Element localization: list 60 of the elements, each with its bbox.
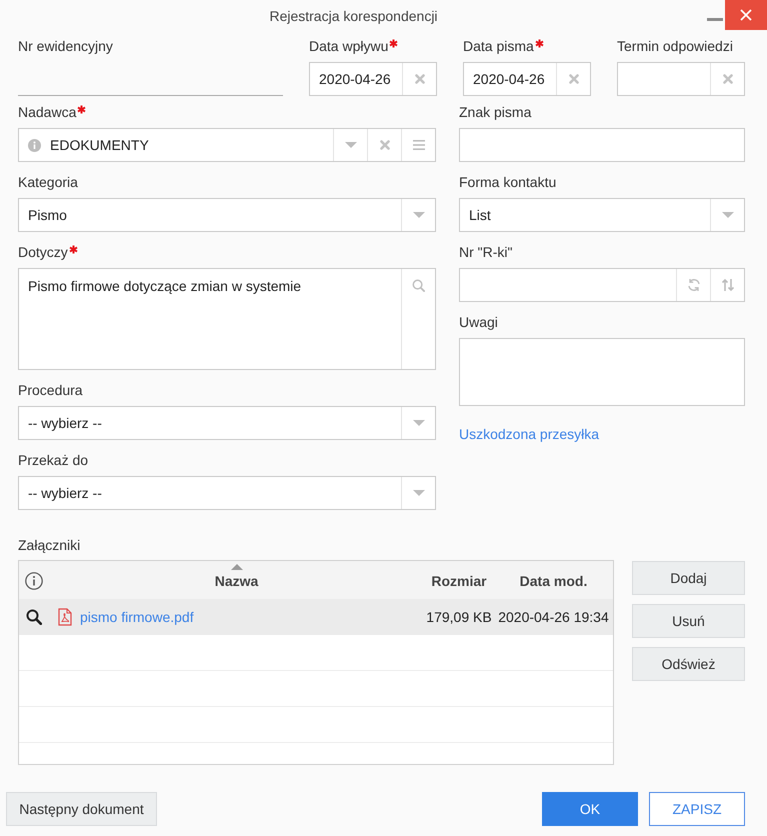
window-title: Rejestracja korespondencji <box>269 8 438 24</box>
dropdown-field[interactable]: -- wybierz -- <box>18 476 436 510</box>
save-button[interactable]: ZAPISZ <box>649 792 745 826</box>
column-header[interactable]: Rozmiar <box>431 573 487 589</box>
field-label: Uwagi <box>459 314 498 330</box>
field-label: Nr "R-ki" <box>459 244 512 260</box>
attachment-action-button[interactable]: Usuń <box>632 604 745 638</box>
clear-icon <box>568 74 578 84</box>
column-header[interactable]: Nazwa <box>214 573 258 589</box>
dropdown-field[interactable]: Pismo <box>18 198 436 232</box>
field-label: Forma kontaktu <box>459 174 556 190</box>
caret-icon <box>722 212 734 218</box>
close-button[interactable] <box>725 0 767 30</box>
attachment-action-button[interactable]: Dodaj <box>632 561 745 595</box>
textarea-field[interactable] <box>459 338 745 406</box>
table-cell-text: 2020-04-26 19:34 <box>497 608 610 624</box>
date-field[interactable]: 2020-04-26 <box>309 62 437 96</box>
clear-icon <box>414 74 424 84</box>
field-label: Termin odpowiedzi <box>617 38 733 54</box>
refresh-icon <box>686 278 700 292</box>
field-label: Data wpływu <box>309 38 388 54</box>
combo-field[interactable]: EDOKUMENTY <box>18 128 436 162</box>
next-document-button[interactable]: Następny dokument <box>6 792 157 826</box>
pdf-file-icon <box>58 608 72 626</box>
table-row[interactable]: pismo firmowe.pdf 179,09 KB 2020-04-26 19:34 <box>19 599 613 635</box>
field-label: Data pisma <box>463 38 534 54</box>
caret-icon <box>412 490 424 496</box>
textarea-field[interactable]: Pismo firmowe dotyczące zmian w systemie <box>18 268 436 370</box>
input-field[interactable] <box>459 128 745 162</box>
caret-icon <box>344 142 356 148</box>
info-icon <box>28 138 41 152</box>
dropdown-field[interactable]: List <box>459 198 745 232</box>
field-label: Dotyczy <box>18 244 68 260</box>
date-field[interactable]: 2020-04-26 <box>463 62 591 96</box>
field-label: Znak pisma <box>459 104 532 120</box>
field-label: Nr ewidencyjny <box>18 38 113 54</box>
search-icon <box>412 279 425 292</box>
dropdown-field[interactable]: -- wybierz -- <box>18 406 436 440</box>
attachment-action-button[interactable]: Odśwież <box>632 647 745 681</box>
field-label: Kategoria <box>18 174 78 190</box>
caret-icon <box>412 212 424 218</box>
field-label: Przekaż do <box>18 452 88 468</box>
menu-icon <box>412 140 424 150</box>
text-link[interactable]: Uszkodzona przesyłka <box>459 426 600 442</box>
search-icon[interactable] <box>26 608 42 624</box>
date-field[interactable] <box>617 62 745 96</box>
ok-button[interactable]: OK <box>542 792 638 826</box>
caret-icon <box>412 420 424 426</box>
info-icon[interactable] <box>25 572 43 590</box>
clear-icon <box>380 140 390 150</box>
table-cell-text: 179,09 KB <box>425 608 493 624</box>
close-icon <box>740 9 752 21</box>
sort-icon <box>720 278 734 292</box>
field-label: Procedura <box>18 382 83 398</box>
clear-icon <box>722 74 732 84</box>
input-field[interactable] <box>459 268 745 302</box>
field-label: Nadawca <box>18 104 76 120</box>
minimize-icon[interactable] <box>707 18 723 21</box>
column-header[interactable]: Data mod. <box>520 573 588 589</box>
section-label: Załączniki <box>18 537 80 553</box>
